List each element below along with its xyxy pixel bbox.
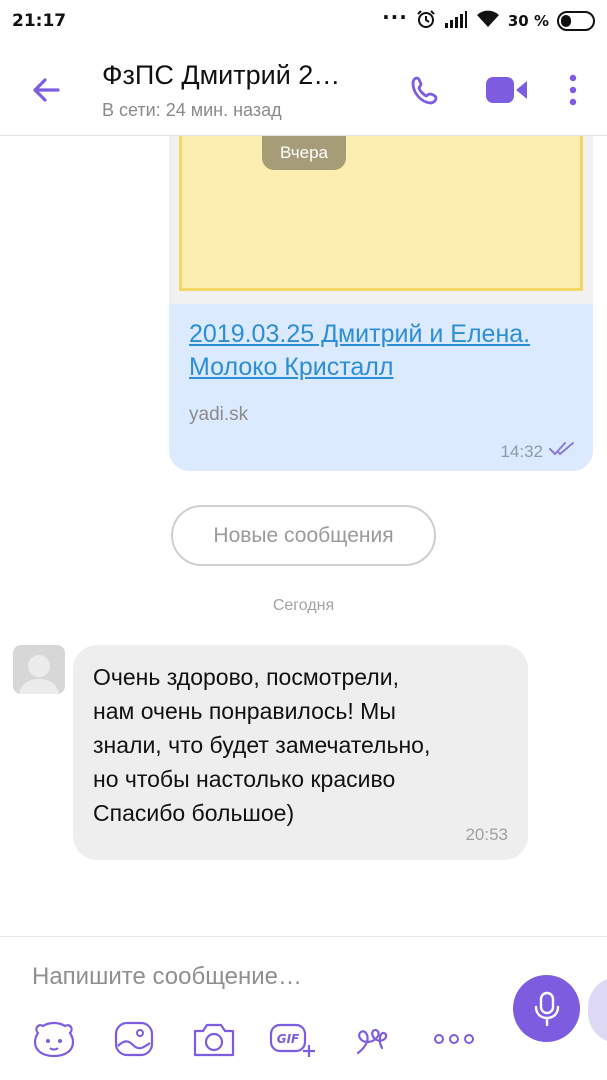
link-domain: yadi.sk: [189, 404, 249, 425]
voice-message-button[interactable]: [513, 975, 580, 1042]
status-time: 21:17: [12, 11, 67, 31]
status-bar: 21:17 ··· 30 %: [0, 0, 607, 42]
back-arrow-icon: [33, 78, 60, 102]
battery-percent: 30 %: [507, 12, 549, 30]
yesterday-date-pill: Вчера: [262, 136, 346, 170]
chat-header: ФзПС Дмитрий 2… В сети: 24 мин. назад: [0, 42, 607, 136]
status-icons: ··· 30 %: [382, 5, 595, 34]
phone-icon: [411, 76, 438, 105]
battery-icon: [557, 11, 595, 31]
link-message-card[interactable]: 2019.03.25 Дмитрий и Елена. Молоко Крист…: [169, 136, 593, 471]
message-time: 20:53: [465, 825, 508, 844]
message-time: 14:32: [500, 442, 543, 461]
link-preview-image[interactable]: [169, 136, 593, 304]
more-dots-icon: ···: [382, 5, 408, 29]
doodle-button[interactable]: [350, 1017, 398, 1061]
alarm-icon: [416, 9, 436, 33]
microphone-icon: [534, 991, 559, 1026]
avatar[interactable]: [13, 645, 65, 694]
more-horizontal-icon: [434, 1034, 474, 1044]
side-panel-button[interactable]: [588, 977, 607, 1043]
more-options-button[interactable]: [553, 70, 593, 110]
incoming-message-bubble[interactable]: Очень здорово, посмотрели, нам очень пон…: [73, 645, 528, 860]
doodle-icon: [356, 1028, 388, 1055]
double-check-icon: [549, 440, 575, 461]
link-title[interactable]: 2019.03.25 Дмитрий и Елена. Молоко Крист…: [189, 318, 579, 384]
gif-icon: GIF: [269, 1023, 315, 1057]
online-status: В сети: 24 мин. назад: [102, 100, 282, 120]
camera-icon: [193, 1023, 235, 1057]
new-messages-button[interactable]: Новые сообщения: [171, 505, 436, 566]
back-button[interactable]: [26, 70, 66, 110]
message-input[interactable]: [32, 959, 492, 995]
sticker-icon: [33, 1021, 75, 1058]
message-composer: GIF: [0, 936, 607, 1080]
sticker-button[interactable]: [30, 1017, 78, 1061]
today-divider: Сегодня: [272, 597, 335, 614]
camera-button[interactable]: [190, 1017, 238, 1061]
gallery-button[interactable]: [110, 1017, 158, 1061]
signal-icon: [444, 9, 468, 33]
wifi-icon: [476, 9, 500, 33]
user-avatar-icon: [19, 655, 59, 694]
chat-title[interactable]: ФзПС Дмитрий 2…: [102, 60, 340, 91]
video-call-icon: [486, 77, 527, 103]
gif-button[interactable]: GIF: [268, 1017, 316, 1061]
message-text: Очень здорово, посмотрели, нам очень пон…: [93, 664, 431, 826]
more-vertical-icon: [569, 74, 577, 106]
video-call-button[interactable]: [484, 70, 530, 110]
more-tools-button[interactable]: [430, 1017, 478, 1061]
call-button[interactable]: [405, 70, 445, 110]
gallery-icon: [114, 1021, 154, 1057]
svg-text:GIF: GIF: [277, 1032, 300, 1046]
